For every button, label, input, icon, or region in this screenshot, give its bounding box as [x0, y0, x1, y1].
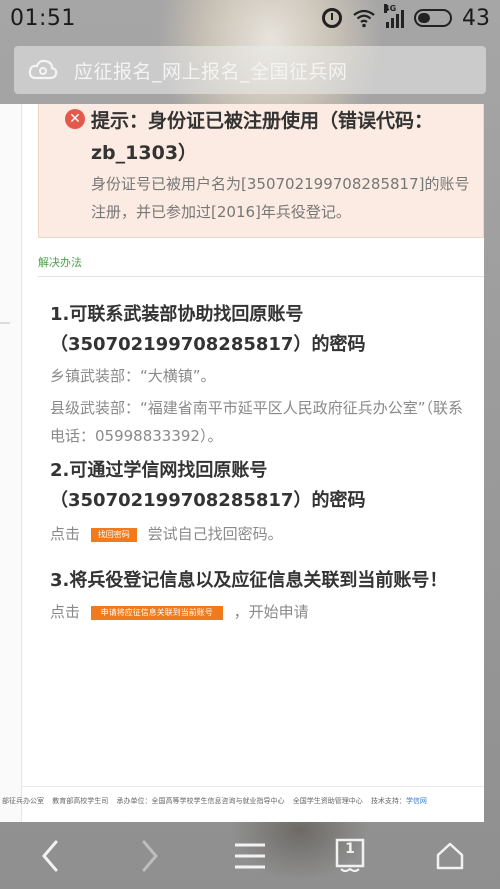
- menu-icon: [235, 843, 265, 868]
- step-1-title: 1.可联系武装部协助找回原账号（35070219970828581​7）的密码: [50, 304, 366, 355]
- step-2-suffix: 尝试自己找回密码。: [147, 525, 283, 543]
- step-3-action: 点击 申请将应征信息关联到当前账号 ，开始申请: [50, 598, 470, 626]
- back-icon: [42, 840, 58, 871]
- side-panel-edge: [0, 104, 22, 822]
- error-icon: ✕: [65, 109, 85, 129]
- step-1: 1.可联系武装部协助找回原账号（35070219970828581​7）的密码 …: [50, 300, 470, 450]
- alert-title: 提示：身份证已被注册使用（错误代码：zb_1303）: [91, 110, 434, 164]
- footer-divider: [22, 786, 484, 787]
- footer-org-1: 部征兵办公室: [2, 797, 44, 805]
- tabs-count: 1: [345, 840, 355, 857]
- step-3-suffix: ，开始申请: [233, 603, 309, 621]
- alert-description: 身份证号已被用户名为[35070219970828581​7]的账号注册，并已参…: [91, 175, 470, 221]
- home-icon: [436, 842, 464, 869]
- footer-org-2: 教育部高校学生司: [52, 797, 109, 805]
- battery-level: 43: [462, 5, 490, 31]
- menu-button[interactable]: [220, 826, 280, 886]
- home-button[interactable]: [420, 826, 480, 886]
- signal-icon: 4G: [384, 4, 404, 28]
- wifi-icon: [353, 9, 375, 28]
- cloud-logo-icon: [28, 59, 58, 80]
- address-bar[interactable]: 应征报名_网上报名_全国征兵网: [14, 46, 486, 94]
- step-2-action: 点击 找回密码 尝试自己找回密码。: [50, 520, 470, 548]
- status-bar: 01:51 4G 43: [0, 0, 500, 36]
- footer-host: 承办单位：全国高等学校学生信息咨询与就业指导中心: [116, 797, 285, 805]
- error-alert: ✕ 提示：身份证已被注册使用（错误代码：zb_1303） 身份证号已被用户名为[…: [38, 104, 484, 238]
- step-3-title: 3.将兵役登记信息以及应征信息关联到当前账号！: [50, 570, 448, 591]
- footer-tech: 技术支持：学信网: [371, 797, 427, 805]
- battery-icon: [414, 9, 452, 27]
- status-time: 01:51: [10, 5, 76, 31]
- side-divider: [0, 322, 10, 324]
- solution-heading: 解决办法: [38, 256, 82, 269]
- step-2: 2.可通过学信网找回原账号（35070219970828581​7）的密码 点击…: [50, 456, 470, 548]
- step-3-prefix: 点击: [50, 603, 81, 621]
- step-3: 3.将兵役登记信息以及应征信息关联到当前账号！ 点击 申请将应征信息关联到当前账…: [50, 566, 470, 626]
- alarm-icon: [322, 8, 342, 28]
- footer-tech-link[interactable]: 学信网: [406, 797, 427, 805]
- browser-nav-bar: 1: [0, 822, 500, 889]
- step-1-town-office: 乡镇武装部：“大横镇”。: [50, 367, 216, 385]
- find-password-button[interactable]: 找回密码: [90, 527, 137, 542]
- page-title: 应征报名_网上报名_全国征兵网: [74, 60, 348, 83]
- step-1-county-office: 县级武装部：“福建省南平市延平区人民政府征兵办公室”（联系电话：05998833…: [50, 399, 464, 445]
- back-button[interactable]: [20, 826, 80, 886]
- footer-org-3: 全国学生资助管理中心: [292, 797, 363, 805]
- content-panel: ✕ 提示：身份证已被注册使用（错误代码：zb_1303） 身份证号已被用户名为[…: [2, 104, 484, 822]
- step-2-title: 2.可通过学信网找回原账号（35070219970828581​7）的密码: [50, 460, 366, 511]
- forward-button[interactable]: [120, 826, 180, 886]
- footer: 部征兵办公室 教育部高校学生司 承办单位：全国高等学校学生信息咨询与就业指导中心…: [2, 796, 500, 806]
- divider: [38, 276, 484, 277]
- footer-tech-label: 技术支持：: [370, 797, 406, 805]
- link-account-button[interactable]: 申请将应征信息关联到当前账号: [90, 605, 223, 620]
- network-type: 4G: [384, 4, 397, 13]
- tabs-button[interactable]: 1: [320, 826, 380, 886]
- step-2-prefix: 点击: [50, 525, 81, 543]
- forward-icon: [142, 840, 158, 871]
- status-icons: 4G 43: [322, 4, 490, 31]
